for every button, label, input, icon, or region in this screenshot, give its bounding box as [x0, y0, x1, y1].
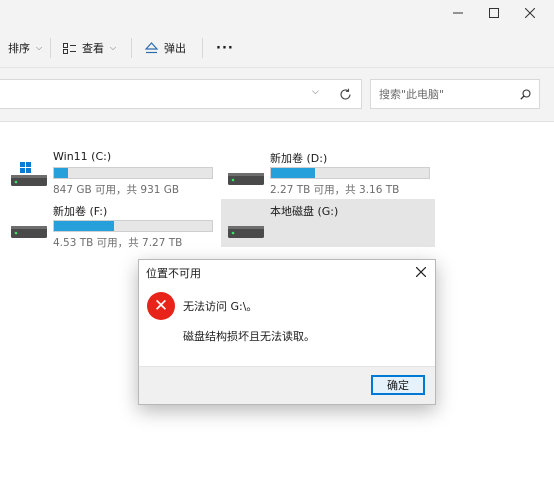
sort-button[interactable]: 排序 ⌵	[8, 28, 42, 68]
drive-space-info: 4.53 TB 可用，共 7.27 TB	[53, 237, 183, 249]
drive-f[interactable]: 新加卷 (F:) 4.53 TB 可用，共 7.27 TB	[0, 199, 214, 249]
minimize-button[interactable]	[440, 0, 476, 26]
chevron-down-icon: ⌵	[110, 43, 117, 52]
drive-usage-fill	[54, 168, 69, 178]
view-icon	[63, 42, 76, 54]
drive-name: 新加卷 (D:)	[270, 152, 328, 165]
more-options-button[interactable]: ···	[216, 28, 234, 68]
refresh-icon[interactable]	[339, 88, 352, 101]
drive-icon	[228, 173, 264, 185]
search-box[interactable]: 搜索"此电脑"	[370, 79, 540, 109]
sort-label: 排序	[8, 42, 30, 55]
drive-usage-fill	[54, 221, 115, 231]
close-icon	[525, 8, 535, 18]
error-dialog: 位置不可用 ✕ 无法访问 G:\。 磁盘结构损坏且无法读取。 确定	[138, 259, 436, 405]
drive-d[interactable]: 新加卷 (D:) 2.27 TB 可用，共 3.16 TB	[217, 146, 431, 196]
dialog-close-button[interactable]	[407, 260, 435, 284]
close-icon	[416, 267, 426, 277]
maximize-icon	[489, 8, 499, 18]
toolbar-divider	[50, 38, 51, 58]
drive-usage-fill	[271, 168, 316, 178]
ok-button[interactable]: 确定	[371, 375, 425, 395]
drive-icon	[228, 226, 264, 238]
drive-usage-bar	[53, 167, 213, 179]
drive-name: 本地磁盘 (G:)	[270, 205, 339, 218]
drive-icon	[11, 226, 47, 238]
view-label: 查看	[82, 42, 104, 55]
dialog-title: 位置不可用	[146, 267, 201, 280]
chevron-down-icon: ⌵	[36, 43, 43, 52]
dialog-detail: 磁盘结构损坏且无法读取。	[183, 330, 315, 343]
address-row: ⌵ 搜索"此电脑"	[0, 68, 554, 122]
drive-name: Win11 (C:)	[53, 150, 112, 163]
drive-usage-bar	[270, 167, 430, 179]
chevron-down-icon[interactable]: ⌵	[312, 87, 319, 97]
search-icon[interactable]	[520, 88, 531, 100]
eject-icon	[145, 42, 158, 54]
more-icon: ···	[216, 40, 234, 56]
title-bar	[0, 0, 554, 28]
maximize-button[interactable]	[476, 0, 512, 26]
windows-drive-icon	[11, 162, 47, 186]
drive-space-info: 2.27 TB 可用，共 3.16 TB	[270, 184, 400, 196]
toolbar-divider	[131, 38, 132, 58]
eject-button[interactable]: 弹出	[145, 28, 186, 68]
minimize-icon	[453, 12, 463, 14]
drive-name: 新加卷 (F:)	[53, 205, 108, 218]
close-window-button[interactable]	[512, 0, 548, 26]
toolbar-divider	[202, 38, 203, 58]
drive-space-info: 847 GB 可用，共 931 GB	[53, 184, 180, 196]
drive-usage-bar	[53, 220, 213, 232]
view-button[interactable]: 查看 ⌵	[63, 28, 116, 68]
drive-g[interactable]: 本地磁盘 (G:)	[221, 199, 435, 247]
search-input[interactable]: 搜索"此电脑"	[379, 86, 520, 102]
drive-c[interactable]: Win11 (C:) 847 GB 可用，共 931 GB	[0, 146, 214, 196]
command-bar: 排序 ⌵ 查看 ⌵ 弹出 ···	[0, 28, 554, 68]
address-bar[interactable]: ⌵	[0, 79, 362, 109]
dialog-footer: 确定	[139, 366, 435, 404]
dialog-message: 无法访问 G:\。	[183, 300, 258, 313]
eject-label: 弹出	[164, 42, 186, 55]
error-icon: ✕	[147, 292, 175, 320]
